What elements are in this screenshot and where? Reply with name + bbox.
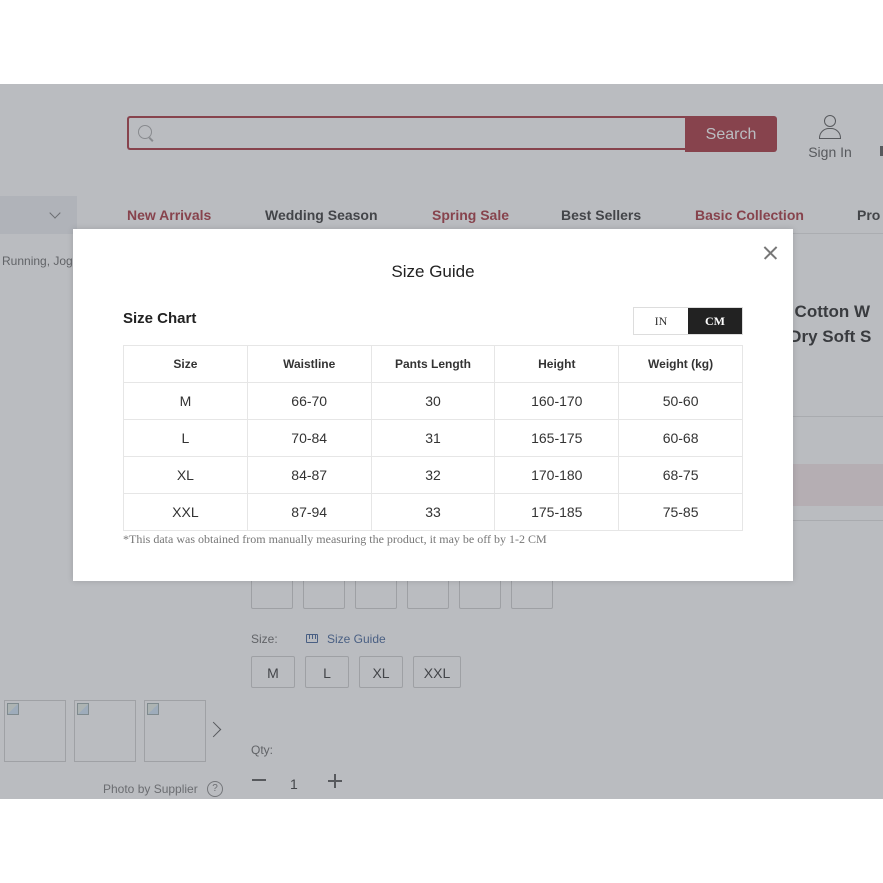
column-header: Waistline bbox=[246, 345, 372, 383]
unit-toggle: IN CM bbox=[633, 307, 743, 335]
table-cell: 68-75 bbox=[618, 456, 743, 494]
table-cell: 30 bbox=[370, 382, 496, 420]
table-cell: 33 bbox=[370, 493, 496, 531]
close-icon[interactable] bbox=[760, 243, 780, 263]
table-cell: XXL bbox=[123, 493, 248, 531]
table-cell: 32 bbox=[370, 456, 496, 494]
table-cell: M bbox=[123, 382, 248, 420]
column-header: Weight (kg) bbox=[618, 345, 743, 383]
table-row: XL 84-87 32 170-180 68-75 bbox=[123, 456, 743, 494]
size-guide-modal: Size Guide Size Chart IN CM Size Waistli… bbox=[73, 229, 793, 581]
size-chart-heading: Size Chart bbox=[123, 310, 197, 327]
table-cell: XL bbox=[123, 456, 248, 494]
column-header: Size bbox=[123, 345, 248, 383]
table-header-row: Size Waistline Pants Length Height Weigh… bbox=[123, 345, 743, 383]
table-cell: 75-85 bbox=[618, 493, 743, 531]
column-header: Pants Length bbox=[370, 345, 496, 383]
table-cell: 66-70 bbox=[246, 382, 372, 420]
table-cell: 31 bbox=[370, 419, 496, 457]
table-row: M 66-70 30 160-170 50-60 bbox=[123, 382, 743, 420]
table-cell: 60-68 bbox=[618, 419, 743, 457]
unit-cm-button[interactable]: CM bbox=[688, 308, 742, 334]
table-cell: 175-185 bbox=[494, 493, 620, 531]
column-header: Height bbox=[494, 345, 620, 383]
table-row: L 70-84 31 165-175 60-68 bbox=[123, 419, 743, 457]
table-cell: 170-180 bbox=[494, 456, 620, 494]
table-cell: 50-60 bbox=[618, 382, 743, 420]
table-row: XXL 87-94 33 175-185 75-85 bbox=[123, 493, 743, 531]
table-cell: 84-87 bbox=[246, 456, 372, 494]
table-cell: 70-84 bbox=[246, 419, 372, 457]
size-table: Size Waistline Pants Length Height Weigh… bbox=[123, 345, 743, 531]
table-cell: 87-94 bbox=[246, 493, 372, 531]
footnote: *This data was obtained from manually me… bbox=[123, 532, 547, 546]
table-cell: L bbox=[123, 419, 248, 457]
table-cell: 160-170 bbox=[494, 382, 620, 420]
modal-title: Size Guide bbox=[391, 262, 475, 281]
unit-in-button[interactable]: IN bbox=[634, 308, 688, 334]
table-cell: 165-175 bbox=[494, 419, 620, 457]
